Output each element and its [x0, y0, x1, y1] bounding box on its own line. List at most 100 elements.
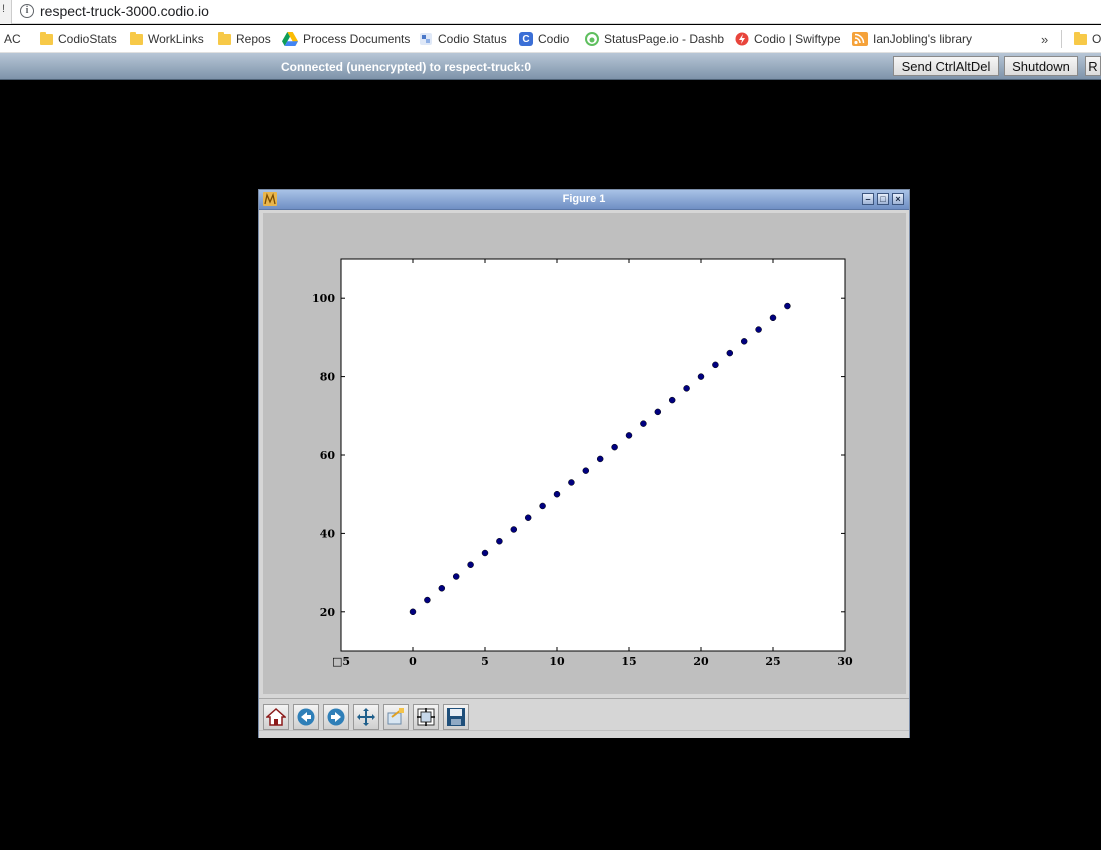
x-tick-label: 15: [621, 655, 636, 668]
forward-icon: [327, 708, 345, 726]
folder-icon: [40, 31, 53, 45]
bookmark-label: Codio Status: [438, 32, 507, 46]
data-point: [496, 537, 503, 545]
data-point: [611, 443, 618, 451]
data-point: [712, 361, 719, 369]
y-tick-label: 40: [320, 527, 336, 540]
send-ctrlaltdel-button[interactable]: Send CtrlAltDel: [893, 56, 999, 76]
bookmark-label: CodioStats: [58, 32, 117, 46]
data-point: [510, 526, 518, 533]
vnc-status-text: Connected (unencrypted) to respect-truck…: [281, 60, 532, 74]
address-bar: ! i respect-truck-3000.codio.io: [0, 0, 1101, 24]
close-button[interactable]: ×: [892, 193, 904, 205]
bookmark-label: Repos: [236, 32, 271, 46]
data-point: [769, 314, 777, 322]
figure-canvas[interactable]: □5 0 5 10 15 20 25 30 20 40 60 80 100: [263, 213, 906, 694]
bookmark-label: Codio: [538, 32, 570, 46]
data-point: [481, 549, 489, 557]
data-point: [784, 302, 791, 310]
maximize-button[interactable]: □: [877, 193, 889, 205]
bookmark-label: IanJobling's library: [873, 32, 973, 46]
zoom-button[interactable]: [383, 704, 409, 730]
bookmark-ac[interactable]: AC: [4, 25, 21, 53]
bookmark-label: O: [1092, 32, 1101, 46]
navigation-toolbar: [259, 698, 909, 731]
y-tick-label: 20: [320, 606, 336, 619]
bookmark-other[interactable]: O: [1074, 25, 1101, 53]
data-point: [755, 326, 762, 333]
bookmarks-overflow-button[interactable]: »: [1041, 25, 1048, 53]
x-tick-label: 25: [765, 655, 780, 668]
zoom-icon: [387, 708, 404, 725]
save-button[interactable]: [443, 704, 469, 730]
plot-axes: [340, 258, 846, 652]
x-tick-label: 5: [481, 655, 489, 668]
folder-icon: [130, 31, 143, 45]
figure-title: Figure 1: [562, 193, 606, 205]
figure-title-bar[interactable]: Figure 1 – □ ×: [259, 190, 909, 210]
x-tick-label: 30: [837, 655, 853, 668]
back-button[interactable]: [293, 704, 319, 730]
bookmark-ianjobling-library[interactable]: IanJobling's library: [852, 25, 972, 53]
bookmarks-bar: AC CodioStats WorkLinks Repos Process Do…: [0, 25, 1101, 53]
bookmark-label: WorkLinks: [148, 32, 204, 46]
chevrons-icon: »: [1041, 31, 1049, 47]
swiftype-icon: [735, 32, 749, 46]
google-drive-icon: [282, 32, 298, 46]
data-point: [539, 502, 546, 510]
data-point: [524, 514, 532, 521]
bookmark-worklinks[interactable]: WorkLinks: [130, 25, 204, 53]
save-icon: [447, 708, 465, 726]
data-point: [668, 396, 676, 404]
configure-subplots-button[interactable]: [413, 704, 439, 730]
data-point: [683, 385, 690, 392]
data-point: [654, 408, 662, 416]
data-point: [640, 420, 647, 427]
address-bar-edge: !: [0, 0, 12, 24]
x-tick-label: 0: [409, 655, 417, 668]
reset-button[interactable]: R: [1085, 56, 1101, 76]
data-point: [438, 585, 446, 592]
x-tick-label: □5: [332, 655, 350, 668]
data-point: [568, 479, 575, 486]
scatter-plot: □5 0 5 10 15 20 25 30 20 40 60 80 100: [312, 258, 853, 668]
data-point: [697, 373, 705, 380]
statuspage-icon: [585, 32, 599, 46]
figure-bottom-edge: [259, 730, 909, 738]
data-point: [409, 608, 417, 616]
bookmark-codio[interactable]: C Codio: [519, 25, 569, 53]
data-point: [596, 455, 604, 463]
bookmark-codio-swiftype[interactable]: Codio | Swiftype: [735, 25, 841, 53]
rss-icon: [852, 32, 868, 46]
bookmark-label: StatusPage.io - Dashb: [604, 32, 725, 46]
bookmark-codiostats[interactable]: CodioStats: [40, 25, 117, 53]
site-info-icon[interactable]: i: [20, 4, 34, 18]
vnc-status-bar: Connected (unencrypted) to respect-truck…: [0, 53, 1101, 80]
bookmarks-separator: [1061, 30, 1062, 48]
folder-icon: [1074, 31, 1087, 45]
data-point: [424, 596, 431, 604]
back-icon: [297, 708, 315, 726]
folder-icon: [218, 31, 231, 45]
home-button[interactable]: [263, 704, 289, 730]
bookmark-process-documents[interactable]: Process Documents: [282, 25, 410, 53]
home-icon: [266, 707, 286, 726]
bookmark-codio-status[interactable]: Codio Status: [419, 25, 507, 53]
forward-button[interactable]: [323, 704, 349, 730]
bookmark-label: AC: [4, 32, 21, 46]
minimize-button[interactable]: –: [862, 193, 874, 205]
data-point: [625, 432, 633, 439]
bookmark-label: Process Documents: [303, 32, 411, 46]
bookmark-statuspage[interactable]: StatusPage.io - Dashb: [585, 25, 724, 53]
url-text[interactable]: respect-truck-3000.codio.io: [40, 3, 209, 19]
data-point: [467, 561, 474, 569]
bookmarks-separator-wrap: [1061, 25, 1062, 53]
bookmark-repos[interactable]: Repos: [218, 25, 271, 53]
shutdown-button[interactable]: Shutdown: [1004, 56, 1078, 76]
y-tick-label: 80: [320, 371, 336, 384]
pan-button[interactable]: [353, 704, 379, 730]
x-tick-label: 20: [693, 655, 709, 668]
pan-icon: [357, 708, 375, 726]
data-point: [452, 573, 460, 580]
bookmark-label: Codio | Swiftype: [754, 32, 841, 46]
